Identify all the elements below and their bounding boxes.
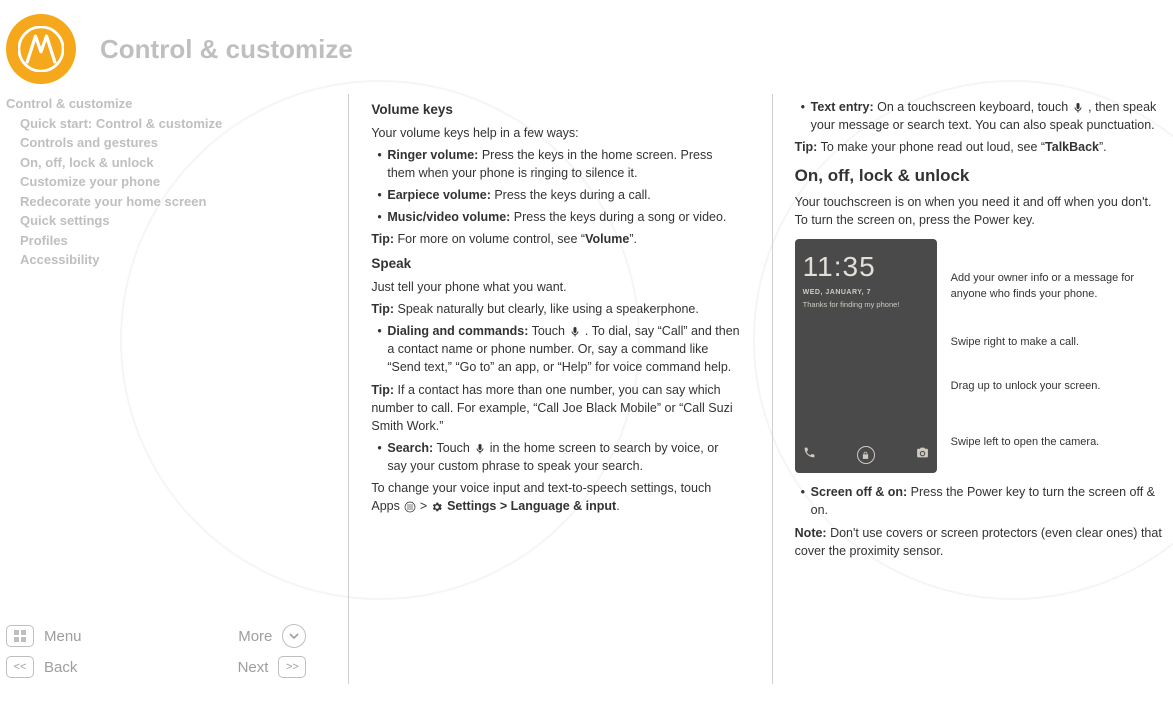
column-divider bbox=[348, 94, 349, 684]
more-chevron-icon bbox=[282, 624, 306, 648]
heading-speak: Speak bbox=[371, 254, 739, 274]
heading-on-off-lock: On, off, lock & unlock bbox=[795, 164, 1163, 189]
lockscreen-time: 11:35 bbox=[803, 247, 929, 288]
toc-item-quick-start[interactable]: Quick start: Control & customize bbox=[6, 114, 306, 134]
more-button[interactable]: More bbox=[238, 624, 306, 648]
text-speak-intro: Just tell your phone what you want. bbox=[371, 278, 739, 296]
back-arrow-icon: << bbox=[6, 656, 34, 678]
phone-camera-icon bbox=[916, 446, 929, 465]
bullet-screen-off-on: Screen off & on: Press the Power key to … bbox=[811, 483, 1163, 519]
toc-item-control-customize[interactable]: Control & customize bbox=[6, 94, 306, 114]
bullet-ringer: Ringer volume: Press the keys in the hom… bbox=[387, 146, 739, 182]
callout-drag-up: Drag up to unlock your screen. bbox=[947, 379, 1163, 395]
bullet-earpiece: Earpiece volume: Press the keys during a… bbox=[387, 186, 739, 204]
bullet-music: Music/video volume: Press the keys durin… bbox=[387, 208, 739, 226]
back-label: Back bbox=[44, 659, 77, 676]
next-arrow-icon: >> bbox=[278, 656, 306, 678]
heading-volume-keys: Volume keys bbox=[371, 100, 739, 120]
toc-item-on-off-lock[interactable]: On, off, lock & unlock bbox=[6, 153, 306, 173]
lockscreen-date: WED, JANUARY, 7 bbox=[803, 288, 929, 298]
lockscreen-mock: 11:35 WED, JANUARY, 7 Thanks for finding… bbox=[795, 239, 937, 473]
text-change-settings: To change your voice input and text-to-s… bbox=[371, 479, 739, 515]
mic-icon bbox=[568, 325, 581, 338]
motorola-icon bbox=[18, 26, 64, 72]
column-divider bbox=[772, 94, 773, 684]
back-button[interactable]: << Back bbox=[6, 656, 77, 678]
bullet-dialing: Dialing and commands: Touch . To dial, s… bbox=[387, 322, 739, 376]
toc-item-redecorate[interactable]: Redecorate your home screen bbox=[6, 192, 306, 212]
gear-icon bbox=[431, 500, 444, 513]
lockscreen-owner-msg: Thanks for finding my phone! bbox=[803, 300, 929, 311]
menu-grid-icon bbox=[6, 625, 34, 647]
note-proximity: Note: Don't use covers or screen protect… bbox=[795, 524, 1163, 560]
bullet-text-entry: Text entry: On a touchscreen keyboard, t… bbox=[811, 98, 1163, 134]
next-button[interactable]: Next >> bbox=[238, 656, 307, 678]
toc-item-accessibility[interactable]: Accessibility bbox=[6, 250, 306, 270]
text-on-off-intro: Your touchscreen is on when you need it … bbox=[795, 193, 1163, 229]
bullet-search: Search: Touch in the home screen to sear… bbox=[387, 439, 739, 475]
text-volume-intro: Your volume keys help in a few ways: bbox=[371, 124, 739, 142]
page-title: Control & customize bbox=[100, 34, 353, 65]
callout-swipe-left: Swipe left to open the camera. bbox=[947, 435, 1163, 451]
more-label: More bbox=[238, 628, 272, 645]
tip-speak: Tip: Speak naturally but clearly, like u… bbox=[371, 300, 739, 318]
callout-swipe-right: Swipe right to make a call. bbox=[947, 335, 1163, 351]
toc-item-controls-gestures[interactable]: Controls and gestures bbox=[6, 133, 306, 153]
mic-icon bbox=[473, 442, 486, 455]
callout-owner-info: Add your owner info or a message for any… bbox=[947, 271, 1163, 303]
phone-lock-icon bbox=[857, 446, 875, 464]
toc-item-customize-phone[interactable]: Customize your phone bbox=[6, 172, 306, 192]
mic-icon bbox=[1072, 101, 1085, 114]
menu-button[interactable]: Menu bbox=[6, 625, 82, 647]
toc-item-quick-settings[interactable]: Quick settings bbox=[6, 211, 306, 231]
tip-talkback: Tip: To make your phone read out loud, s… bbox=[795, 138, 1163, 156]
next-label: Next bbox=[238, 659, 269, 676]
tip-volume: Tip: For more on volume control, see “Vo… bbox=[371, 230, 739, 248]
apps-icon bbox=[403, 500, 416, 513]
toc-item-profiles[interactable]: Profiles bbox=[6, 231, 306, 251]
menu-label: Menu bbox=[44, 628, 82, 645]
phone-dial-icon bbox=[803, 446, 816, 465]
brand-logo bbox=[6, 14, 76, 84]
tip-dialing: Tip: If a contact has more than one numb… bbox=[371, 381, 739, 435]
table-of-contents: Control & customize Quick start: Control… bbox=[6, 94, 306, 270]
